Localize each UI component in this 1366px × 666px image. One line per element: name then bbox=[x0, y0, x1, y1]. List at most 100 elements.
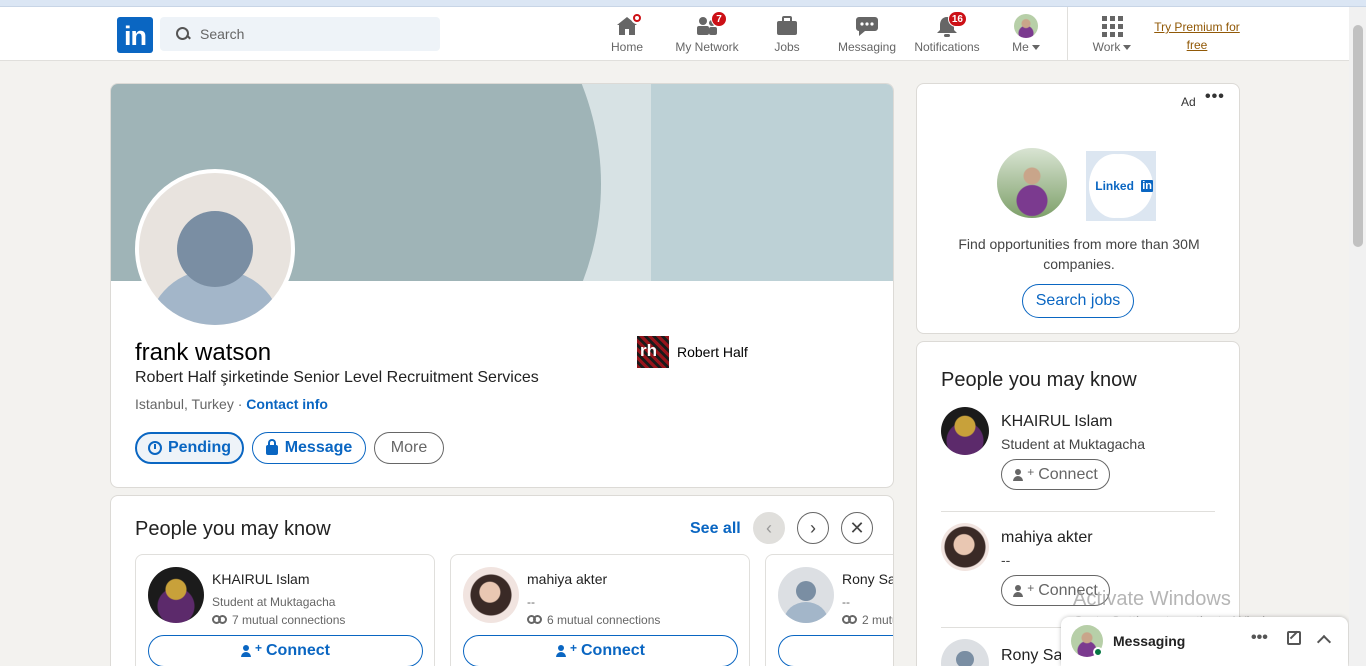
person-add-icon bbox=[1013, 584, 1025, 597]
person-add-icon bbox=[1013, 468, 1025, 481]
see-all-link[interactable]: See all bbox=[690, 520, 741, 538]
lock-icon bbox=[265, 439, 278, 455]
profile-card: frank watson Robert Half şirketinde Seni… bbox=[110, 83, 894, 488]
more-button[interactable]: More bbox=[374, 432, 444, 464]
robert-half-logo: rh bbox=[637, 336, 669, 368]
briefcase-icon bbox=[775, 15, 799, 37]
avatar bbox=[148, 567, 204, 623]
carousel-next-button[interactable]: › bbox=[797, 512, 829, 544]
nav-work-label: Work bbox=[1092, 40, 1121, 54]
pymk-side-title: People you may know bbox=[941, 369, 1137, 391]
notifications-badge: 16 bbox=[947, 11, 967, 27]
messaging-label: Messaging bbox=[1113, 633, 1186, 649]
list-item: mahiya akter -- + Connect bbox=[941, 523, 1215, 613]
bell-icon: 16 bbox=[935, 11, 967, 37]
profile-location: Istanbul, Turkey · bbox=[135, 396, 247, 412]
compose-icon[interactable] bbox=[1287, 631, 1301, 645]
nav-home-label: Home bbox=[610, 40, 643, 54]
pymk-carousel-title: People you may know bbox=[135, 518, 331, 540]
person-add-icon bbox=[555, 645, 568, 657]
person-card[interactable]: Rony Sar -- 2 mutu + bbox=[765, 554, 893, 666]
ad-card: Ad ••• Linked in Find opportunities from … bbox=[916, 83, 1240, 334]
mutual-connections: 2 mutu bbox=[842, 613, 893, 627]
chevron-left-icon: ‹ bbox=[766, 517, 772, 538]
nav-divider bbox=[1067, 7, 1068, 61]
premium-line-2: free bbox=[1186, 38, 1208, 52]
connect-button[interactable]: + Connect bbox=[1001, 575, 1110, 606]
nav-me-label: Me bbox=[1012, 40, 1029, 54]
scrollbar-thumb[interactable] bbox=[1353, 25, 1363, 247]
grid-icon bbox=[1100, 15, 1124, 37]
search-jobs-button[interactable]: Search jobs bbox=[1022, 284, 1134, 318]
linkedin-logo[interactable]: in bbox=[117, 17, 153, 53]
nav-messaging[interactable]: Messaging bbox=[836, 7, 898, 61]
profile-name: frank watson bbox=[135, 339, 272, 366]
mutual-connections: 7 mutual connections bbox=[212, 613, 345, 627]
connect-button[interactable]: + Connect bbox=[148, 635, 423, 666]
profile-photo[interactable] bbox=[135, 169, 295, 329]
nav-work[interactable]: Work bbox=[1087, 7, 1137, 61]
avatar bbox=[778, 567, 834, 623]
person-name: mahiya akter bbox=[527, 571, 608, 587]
mutual-connections-icon bbox=[212, 615, 228, 625]
person-headline: Student at Muktagacha bbox=[212, 595, 336, 609]
messaging-options-button[interactable]: ••• bbox=[1251, 629, 1268, 647]
nav-notifications[interactable]: 16 Notifications bbox=[910, 7, 984, 61]
ad-user-photo bbox=[997, 148, 1067, 218]
top-nav: in Home 7 My Network Jobs Messaging 1 bbox=[0, 7, 1366, 61]
ad-linkedin-logo: Linked in bbox=[1086, 151, 1156, 221]
close-icon: ✕ bbox=[849, 517, 865, 538]
avatar[interactable] bbox=[941, 523, 989, 571]
person-headline: -- bbox=[1001, 552, 1011, 568]
page-scrollbar[interactable] bbox=[1349, 7, 1366, 666]
person-name[interactable]: KHAIRUL Islam bbox=[1001, 413, 1112, 431]
more-label: More bbox=[390, 439, 428, 456]
chevron-down-icon bbox=[1031, 45, 1040, 51]
search-icon bbox=[176, 27, 190, 41]
person-add-icon bbox=[240, 645, 253, 657]
pymk-carousel-card: People you may know See all ‹ › ✕ KHAIRU… bbox=[110, 495, 894, 666]
divider bbox=[941, 511, 1215, 512]
network-icon: 7 bbox=[695, 11, 727, 37]
current-company[interactable]: rh Robert Half bbox=[637, 336, 748, 368]
clock-icon bbox=[147, 441, 162, 455]
search-bar[interactable] bbox=[160, 17, 440, 51]
carousel-close-button[interactable]: ✕ bbox=[841, 512, 873, 544]
person-headline: -- bbox=[527, 595, 535, 609]
nav-jobs-label: Jobs bbox=[774, 40, 800, 54]
network-badge: 7 bbox=[711, 11, 727, 27]
connect-button[interactable]: + Connect bbox=[463, 635, 738, 666]
try-premium-link[interactable]: Try Premium for free bbox=[1150, 18, 1244, 54]
mutual-connections-icon bbox=[842, 615, 858, 625]
nav-notifications-label: Notifications bbox=[914, 40, 980, 54]
nav-home[interactable]: Home bbox=[607, 7, 647, 61]
chevron-down-icon bbox=[1123, 45, 1132, 51]
message-button[interactable]: Message bbox=[252, 432, 366, 464]
messaging-overlay[interactable]: Messaging ••• bbox=[1061, 617, 1348, 666]
browser-strip bbox=[0, 0, 1366, 7]
person-name: Rony Sar bbox=[842, 571, 893, 587]
person-card[interactable]: mahiya akter -- 6 mutual connections + Co… bbox=[450, 554, 750, 666]
nav-me[interactable]: Me bbox=[1006, 7, 1046, 61]
avatar[interactable] bbox=[941, 639, 989, 666]
chevron-up-icon[interactable] bbox=[1316, 634, 1332, 650]
mutual-connections: 6 mutual connections bbox=[527, 613, 660, 627]
person-name[interactable]: Rony Sar bbox=[1001, 647, 1068, 665]
premium-line-1: Try Premium for bbox=[1154, 20, 1240, 34]
pending-button[interactable]: Pending bbox=[135, 432, 244, 464]
person-card[interactable]: KHAIRUL Islam Student at Muktagacha 7 mu… bbox=[135, 554, 435, 666]
search-input[interactable] bbox=[200, 26, 420, 42]
connect-button[interactable]: + Connect bbox=[1001, 459, 1110, 490]
avatar[interactable] bbox=[941, 407, 989, 455]
person-name[interactable]: mahiya akter bbox=[1001, 529, 1093, 547]
nav-my-network[interactable]: 7 My Network bbox=[672, 7, 742, 61]
message-label: Message bbox=[284, 439, 353, 456]
contact-info-link[interactable]: Contact info bbox=[246, 396, 328, 412]
online-status-dot bbox=[1093, 647, 1103, 657]
carousel-prev-button[interactable]: ‹ bbox=[753, 512, 785, 544]
ad-text: Find opportunities from more than 30M co… bbox=[958, 236, 1200, 272]
profile-location-line: Istanbul, Turkey · Contact info bbox=[135, 396, 328, 412]
nav-jobs[interactable]: Jobs bbox=[770, 7, 804, 61]
connect-button[interactable]: + bbox=[778, 635, 893, 666]
ad-options-button[interactable]: ••• bbox=[1205, 88, 1225, 106]
